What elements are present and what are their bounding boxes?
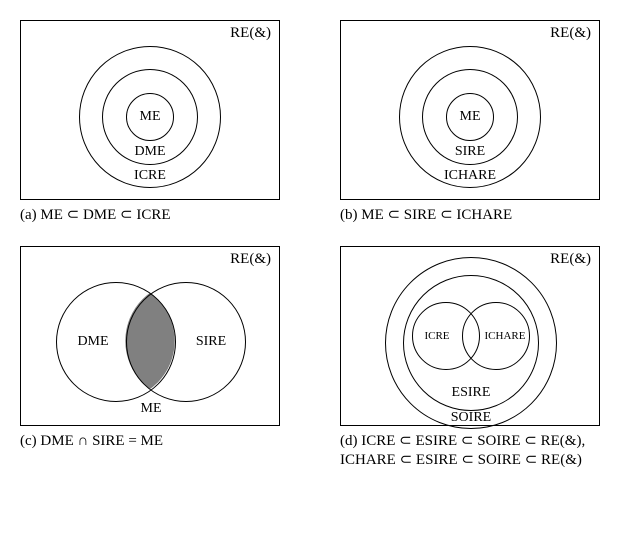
panel-c-corner-label: RE(&) bbox=[230, 251, 271, 268]
label-mid-a: DME bbox=[134, 144, 165, 160]
label-outer-a: ICRE bbox=[134, 168, 166, 184]
circle-right-c bbox=[126, 282, 246, 402]
panel-b: RE(&) ME SIRE ICHARE (b) ME ⊂ SIRE ⊂ ICH… bbox=[340, 20, 620, 226]
caption-a: (a) ME ⊂ DME ⊂ ICRE bbox=[20, 206, 290, 226]
panel-d: RE(&) ICRE ICHARE ESIRE SOIRE (d) ICRE ⊂… bbox=[340, 246, 620, 471]
caption-c: (c) DME ∩ SIRE = ME bbox=[20, 432, 290, 452]
panel-b-corner-label: RE(&) bbox=[550, 25, 591, 42]
caption-b: (b) ME ⊂ SIRE ⊂ ICHARE bbox=[340, 206, 610, 226]
label-left-d: ICRE bbox=[424, 330, 449, 342]
panel-c: RE(&) DME SIRE ME (c) DME ∩ SIRE = ME bbox=[20, 246, 300, 471]
label-inner-a: ME bbox=[140, 109, 161, 125]
panel-a-corner-label: RE(&) bbox=[230, 25, 271, 42]
label-bottom-c: ME bbox=[141, 401, 162, 417]
label-mid-b: SIRE bbox=[455, 144, 485, 160]
label-outer-b: ICHARE bbox=[444, 168, 496, 184]
panel-a-box: RE(&) ME DME ICRE bbox=[20, 20, 280, 200]
label-mid-d: ESIRE bbox=[452, 385, 491, 401]
caption-d: (d) ICRE ⊂ ESIRE ⊂ SOIRE ⊂ RE(&), ICHARE… bbox=[340, 432, 610, 471]
label-left-c: DME bbox=[77, 334, 108, 350]
label-inner-b: ME bbox=[460, 109, 481, 125]
label-right-d: ICHARE bbox=[485, 330, 526, 342]
figure-grid: RE(&) ME DME ICRE (a) ME ⊂ DME ⊂ ICRE RE… bbox=[20, 20, 620, 471]
panel-a: RE(&) ME DME ICRE (a) ME ⊂ DME ⊂ ICRE bbox=[20, 20, 300, 226]
panel-d-box: RE(&) ICRE ICHARE ESIRE SOIRE bbox=[340, 246, 600, 426]
label-outer-d: SOIRE bbox=[451, 410, 491, 426]
panel-d-corner-label: RE(&) bbox=[550, 251, 591, 268]
label-right-c: SIRE bbox=[196, 334, 226, 350]
panel-c-box: RE(&) DME SIRE ME bbox=[20, 246, 280, 426]
panel-b-box: RE(&) ME SIRE ICHARE bbox=[340, 20, 600, 200]
